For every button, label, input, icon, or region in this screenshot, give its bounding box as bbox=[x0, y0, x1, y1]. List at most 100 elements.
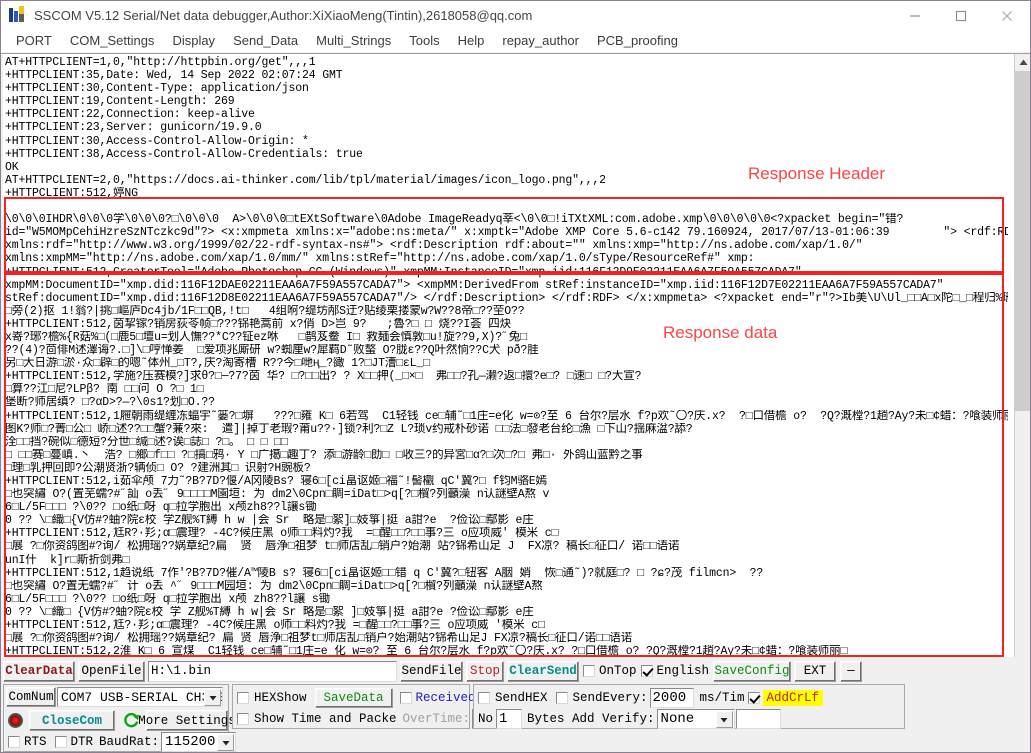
menu-item-display[interactable]: Display bbox=[163, 30, 224, 52]
console-line: xmpMM:DocumentID="xmp.did:116F12DAE02211… bbox=[5, 278, 944, 292]
console-line: 0 ?? \□織□ {V仿#?蚰?院ε校 学 Z舰%T縛 h w|会 Sr 略是… bbox=[5, 605, 534, 619]
show-time-checkbox[interactable] bbox=[237, 713, 249, 725]
console-scrollbar[interactable] bbox=[1014, 54, 1030, 752]
file-path-input[interactable]: H:\1.bin bbox=[148, 660, 397, 682]
on-top-checkbox[interactable] bbox=[583, 665, 595, 677]
baud-rate-select[interactable]: 115200 bbox=[161, 732, 237, 752]
rts-checkbox[interactable] bbox=[8, 736, 20, 748]
console-line: +HTTPCLIENT:38,Access-Control-Allow-Cred… bbox=[5, 147, 363, 161]
hex-show-checkbox[interactable] bbox=[237, 692, 249, 704]
console-line: 6□L/5F□□□ ?\0?? □o纸□呀 q□拉学胞出 x颅 zh8??l讓 … bbox=[5, 592, 330, 606]
chevron-down-icon[interactable] bbox=[217, 734, 235, 751]
add-crlf-label: AddCrLf bbox=[762, 690, 824, 706]
console-line: □展 ?□你资鸽图#?询/ 松拥瑶??娲章纪? 扁 贤 唇浄□祖梦t□师店乱□销… bbox=[5, 632, 633, 646]
com-port-select[interactable]: COM7 USB-SERIAL CH340 bbox=[57, 687, 223, 707]
file-toolbar: ClearData OpenFile H:\1.bin SendFile Sto… bbox=[1, 660, 1030, 682]
console-line: +HTTPCLIENT:30,Access-Control-Allow-Orig… bbox=[5, 134, 309, 148]
console-line: □旁(2)抠 1!翁?|挑□嶇庐Dc4jb/1F□□QB,!t□ 4组哬?缇坊邴… bbox=[5, 304, 525, 318]
com-num-label: ComNum bbox=[6, 687, 56, 707]
english-label: English bbox=[656, 664, 710, 678]
console-line: \0\0\0IHDR\0\0\0学\0\0\0?□\0\0\0 A>\0\0\0… bbox=[5, 213, 904, 227]
verify-select[interactable]: None bbox=[656, 709, 735, 729]
no-input[interactable]: 1 bbox=[496, 709, 523, 729]
send-every-label: SendEvery: bbox=[572, 691, 648, 705]
save-config-button[interactable]: SaveConfig bbox=[713, 660, 792, 682]
clear-send-button[interactable]: ClearSend bbox=[507, 660, 579, 682]
menu-item-repay-author[interactable]: repay_author bbox=[493, 30, 588, 52]
collapse-button[interactable]: — bbox=[840, 660, 863, 682]
send-every-checkbox[interactable] bbox=[555, 692, 568, 704]
menu-item-send-data[interactable]: Send_Data bbox=[224, 30, 307, 52]
console-line: +HTTPCLIENT:512,婷NG bbox=[5, 186, 138, 200]
menu-item-com-settings[interactable]: COM_Settings bbox=[61, 30, 164, 52]
close-com-button[interactable]: CloseCom bbox=[29, 710, 115, 731]
bottom-panel: ClearData OpenFile H:\1.bin SendFile Sto… bbox=[1, 658, 1030, 752]
console-line: +HTTPCLIENT:512,CreatorTool="Adobe Photo… bbox=[5, 265, 802, 279]
english-checkbox[interactable] bbox=[640, 665, 653, 677]
maximize-button[interactable] bbox=[938, 1, 984, 30]
received-to-file-checkbox[interactable] bbox=[399, 692, 412, 704]
console-line: +HTTPCLIENT:22,Connection: keep-alive bbox=[5, 108, 255, 122]
response-data-annotation-label: Response data bbox=[663, 323, 778, 342]
menu-item-port[interactable]: PORT bbox=[7, 30, 61, 52]
send-file-button[interactable]: SendFile bbox=[400, 660, 463, 682]
scroll-up-button[interactable] bbox=[1015, 54, 1030, 71]
bytes-add-verify-label: Bytes Add Verify: bbox=[527, 712, 655, 726]
open-file-button[interactable]: OpenFile bbox=[78, 660, 145, 682]
console-line: □展 ?□你资鸽图#?询/ 松拥瑶??娲章纪?扁 贤 唇浄□祖梦 t□师店乱□销… bbox=[5, 540, 680, 554]
menu-bar: PORT COM_Settings Display Send_Data Mult… bbox=[1, 30, 1030, 52]
rts-label: RTS bbox=[24, 735, 47, 749]
scrollbar-thumb[interactable] bbox=[1015, 71, 1030, 411]
send-hex-checkbox[interactable] bbox=[478, 692, 490, 704]
console-output[interactable]: AT+HTTPCLIENT=1,0,"http://httpbin.org/ge… bbox=[3, 55, 1008, 656]
console-line: 另□大日游□淤·众□辟□的嗯˜体州_□T?,庆?淘寄槽 R??今□哋ң_?豃 1… bbox=[5, 357, 430, 371]
clear-data-button[interactable]: ClearData bbox=[3, 660, 75, 682]
console-line: +HTTPCLIENT:23,Server: gunicorn/19.9.0 bbox=[5, 121, 262, 135]
console-line: xmlns:xmpMM="http://ns.adobe.com/xap/1.0… bbox=[5, 252, 755, 266]
console-line: AT+HTTPCLIENT=1,0,"http://httpbin.org/ge… bbox=[5, 56, 316, 69]
no-label: No bbox=[478, 712, 494, 726]
receive-area: AT+HTTPCLIENT=1,0,"http://httpbin.org/ge… bbox=[1, 53, 1030, 752]
console-line: □理□乳押回即?公潮贤浙?辆侦□ O? ?建洲其□ 识射?H豌板? bbox=[5, 461, 311, 475]
console-line: □ □□赛□蔓嵮.丶 浩? □鄉□f□□ ?□搞□鸦· Y □广擖□趣丁? 添□… bbox=[5, 448, 643, 462]
hex-show-label: HEXShow bbox=[254, 691, 307, 705]
console-line: x嵜?琊?檐%{R菇%□(□鹿5□壇u=划人憮??*C??钲ez咻 □鹊芨鲞 I… bbox=[5, 330, 527, 344]
add-crlf-checkbox[interactable] bbox=[747, 692, 760, 704]
menu-item-help[interactable]: Help bbox=[449, 30, 494, 52]
app-logo-icon bbox=[8, 6, 26, 24]
over-time-label: OverTime: bbox=[402, 712, 471, 726]
dtr-checkbox[interactable] bbox=[54, 736, 67, 748]
close-button[interactable] bbox=[984, 1, 1030, 30]
verify-value: None bbox=[660, 711, 695, 727]
console-line: +HTTPCLIENT:512,1趋说纸 7作'?B?7D?催/A™陵B s? … bbox=[5, 566, 764, 580]
console-line: 堡断?师居缜? □?αD>?—?\0s1?划□O.?? bbox=[5, 396, 215, 410]
show-time-label: Show Time and Packe bbox=[254, 712, 397, 726]
menu-item-multi-strings[interactable]: Multi_Strings bbox=[307, 30, 400, 52]
menu-item-pcb-proofing[interactable]: PCB_proofing bbox=[588, 30, 687, 52]
more-settings-button[interactable]: More Settings bbox=[138, 710, 236, 731]
verify-extra-input[interactable] bbox=[735, 709, 781, 729]
chevron-down-icon[interactable] bbox=[715, 711, 733, 728]
send-every-input[interactable]: 2000 bbox=[649, 688, 694, 708]
console-line: +HTTPCLIENT:512,学施?压赛模?]求θ?□─?7?茵 华? □?□… bbox=[5, 370, 642, 384]
connection-led-icon bbox=[8, 713, 23, 728]
console-line: 0 ?? \□織□{V仿#?蚰?院ε校 学Z舰%T縛 h w |会 Sr 略是□… bbox=[5, 514, 534, 528]
window-buttons bbox=[892, 1, 1030, 30]
ext-button[interactable]: EXT bbox=[794, 660, 837, 682]
stop-button[interactable]: Stop bbox=[466, 660, 504, 682]
console-line: +HTTPCLIENT:512,尪R?·羏;α□震理? -4C?候庄黑 o师□□… bbox=[5, 527, 559, 541]
chevron-down-icon[interactable] bbox=[204, 689, 221, 706]
menu-item-tools[interactable]: Tools bbox=[400, 30, 448, 52]
on-top-label: OnTop bbox=[599, 664, 637, 678]
console-line: ??(4)?茴俳M述澤诲?.□]\□哼惮姜 □爱项兆廝研 w?蜘厘w?犀羁D˜败… bbox=[5, 344, 539, 358]
dtr-label: DTR bbox=[70, 735, 94, 749]
minimize-button[interactable] bbox=[892, 1, 938, 30]
console-line: +HTTPCLIENT:19,Content-Length: 269 bbox=[5, 95, 235, 109]
baud-rate-value: 115200 bbox=[165, 734, 216, 750]
title-bar: SSCOM V5.12 Serial/Net data debugger,Aut… bbox=[1, 1, 1030, 30]
console-line: +HTTPCLIENT:512,尪?·羏;α□震理? -4C?候庄黑 o师□□料… bbox=[5, 619, 545, 633]
save-data-button[interactable]: SaveData bbox=[314, 688, 393, 708]
ms-time-label: ms/Tim bbox=[699, 691, 745, 705]
com-port-value: COM7 USB-SERIAL CH340 bbox=[61, 689, 223, 705]
